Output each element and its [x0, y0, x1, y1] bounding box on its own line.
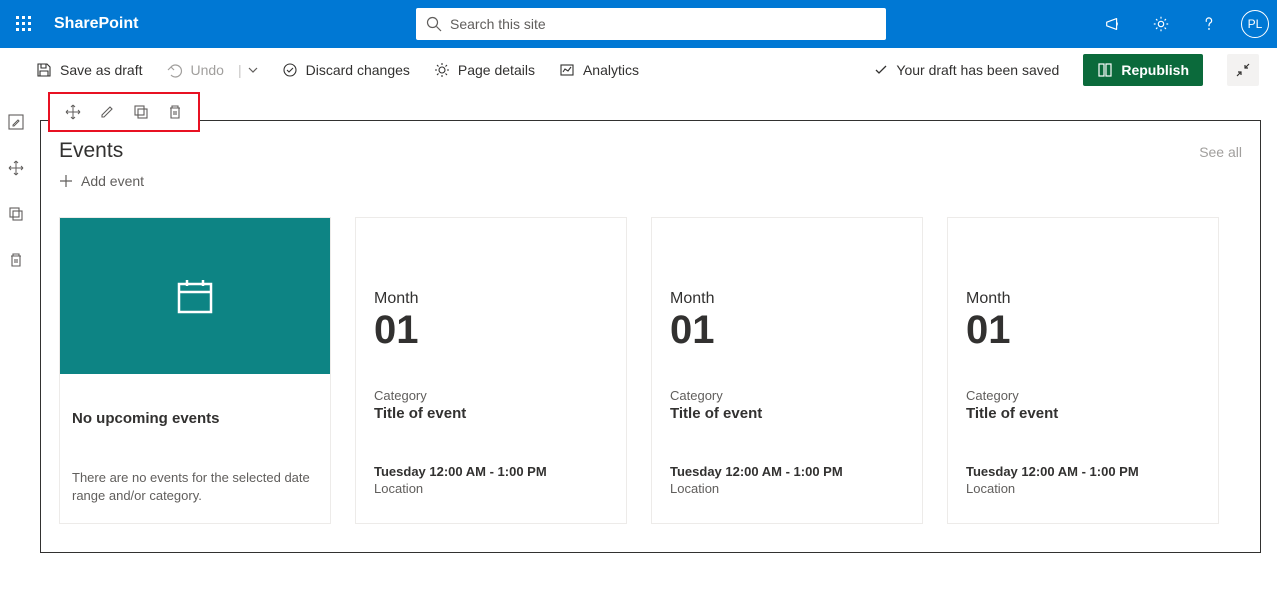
republish-button[interactable]: Republish [1083, 54, 1203, 86]
event-category: Category [670, 388, 904, 403]
undo-label: Undo [191, 62, 224, 78]
save-icon [36, 62, 52, 78]
event-day: 01 [374, 310, 608, 350]
move-webpart-button[interactable] [56, 98, 90, 126]
events-webpart: Events See all Add event No upcoming eve… [40, 120, 1261, 553]
duplicate-section-button[interactable] [2, 200, 30, 228]
undo-button: Undo | [167, 48, 258, 91]
search-input[interactable]: Search this site [416, 8, 886, 40]
search-placeholder: Search this site [450, 16, 546, 32]
calendar-icon [171, 272, 219, 320]
no-events-description: There are no events for the selected dat… [72, 469, 318, 505]
no-upcoming-events-card: No upcoming events There are no events f… [59, 217, 331, 524]
discard-changes-label: Discard changes [306, 62, 410, 78]
duplicate-webpart-button[interactable] [124, 98, 158, 126]
event-month: Month [966, 290, 1200, 308]
event-time: Tuesday 12:00 AM - 1:00 PM [374, 464, 608, 479]
republish-label: Republish [1121, 62, 1189, 78]
suite-bar: SharePoint Search this site PL [0, 0, 1277, 48]
event-title: Title of event [670, 405, 904, 422]
checkmark-icon [874, 63, 888, 77]
left-rail [0, 92, 32, 553]
command-bar: Save as draft Undo | Discard changes Pag… [0, 48, 1277, 92]
move-icon [65, 104, 81, 120]
user-avatar[interactable]: PL [1241, 10, 1269, 38]
edit-section-button[interactable] [2, 108, 30, 136]
move-icon [8, 160, 24, 176]
discard-changes-button[interactable]: Discard changes [282, 48, 410, 91]
add-event-label: Add event [81, 173, 144, 189]
event-card[interactable]: Month 01 Category Title of event Tuesday… [355, 217, 627, 524]
event-month: Month [670, 290, 904, 308]
edit-webpart-button[interactable] [90, 98, 124, 126]
event-time: Tuesday 12:00 AM - 1:00 PM [670, 464, 904, 479]
add-event-button[interactable]: Add event [59, 173, 1242, 189]
analytics-button[interactable]: Analytics [559, 48, 639, 91]
duplicate-icon [8, 206, 24, 222]
event-category: Category [374, 388, 608, 403]
event-card[interactable]: Month 01 Category Title of event Tuesday… [947, 217, 1219, 524]
event-time: Tuesday 12:00 AM - 1:00 PM [966, 464, 1200, 479]
event-day: 01 [966, 310, 1200, 350]
app-name[interactable]: SharePoint [48, 15, 144, 33]
trash-icon [167, 104, 183, 120]
event-title: Title of event [374, 405, 608, 422]
undo-icon [167, 62, 183, 78]
search-icon [426, 16, 442, 32]
event-title: Title of event [966, 405, 1200, 422]
pencil-icon [99, 104, 115, 120]
collapse-button[interactable] [1227, 54, 1259, 86]
gear-icon [434, 62, 450, 78]
duplicate-icon [133, 104, 149, 120]
republish-icon [1097, 62, 1113, 78]
delete-webpart-button[interactable] [158, 98, 192, 126]
chevron-down-icon[interactable] [248, 65, 258, 75]
event-card[interactable]: Month 01 Category Title of event Tuesday… [651, 217, 923, 524]
event-location: Location [374, 481, 608, 496]
event-location: Location [670, 481, 904, 496]
avatar-initials: PL [1248, 17, 1263, 31]
save-as-draft-button[interactable]: Save as draft [36, 48, 143, 91]
event-location: Location [966, 481, 1200, 496]
event-category: Category [966, 388, 1200, 403]
trash-icon [8, 252, 24, 268]
plus-icon [59, 174, 73, 188]
no-events-title: No upcoming events [72, 410, 318, 427]
see-all-link[interactable]: See all [1199, 144, 1242, 160]
page-details-label: Page details [458, 62, 535, 78]
draft-saved-label: Your draft has been saved [896, 62, 1059, 78]
save-as-draft-label: Save as draft [60, 62, 143, 78]
settings-icon[interactable] [1139, 0, 1183, 48]
pencil-box-icon [8, 114, 24, 130]
page-details-button[interactable]: Page details [434, 48, 535, 91]
app-launcher-icon[interactable] [8, 8, 40, 40]
event-month: Month [374, 290, 608, 308]
webpart-title: Events [59, 139, 123, 163]
event-day: 01 [670, 310, 904, 350]
analytics-label: Analytics [583, 62, 639, 78]
move-section-button[interactable] [2, 154, 30, 182]
analytics-icon [559, 62, 575, 78]
webpart-toolbar [48, 92, 200, 132]
draft-saved-status: Your draft has been saved [874, 62, 1059, 78]
discard-icon [282, 62, 298, 78]
megaphone-icon[interactable] [1091, 0, 1135, 48]
collapse-icon [1236, 63, 1250, 77]
delete-section-button[interactable] [2, 246, 30, 274]
help-icon[interactable] [1187, 0, 1231, 48]
